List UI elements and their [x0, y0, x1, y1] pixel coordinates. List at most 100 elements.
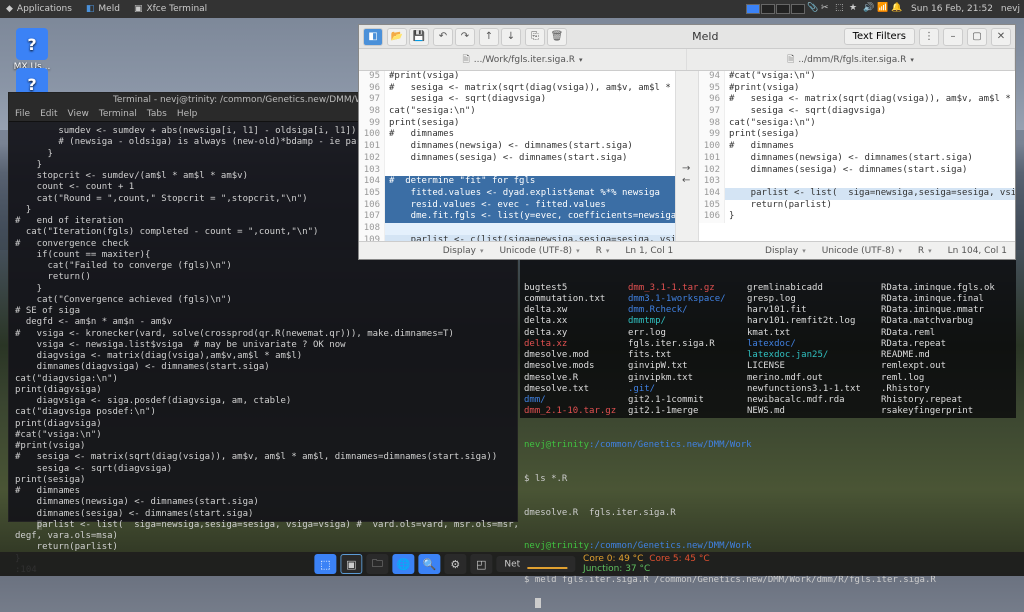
file-entry: newibacalc.mdf.rda [747, 395, 877, 406]
task-app[interactable]: ◰ [470, 554, 492, 574]
menu-tabs[interactable]: Tabs [147, 109, 167, 119]
tray-icon[interactable]: ⬚ [835, 3, 847, 15]
task-settings[interactable]: ⚙ [444, 554, 466, 574]
chevron-down-icon: ▾ [579, 56, 583, 64]
meld-left-pane[interactable]: 95#print(vsiga)96# sesiga <- matrix(sqrt… [359, 71, 675, 241]
menu-button[interactable]: ⋮ [919, 28, 939, 46]
file-entry: LICENSE [747, 361, 877, 372]
code-text: dimnames(newsiga) <- dimnames(start.siga… [725, 153, 1015, 165]
encoding[interactable]: Unicode (UTF-8) [491, 246, 587, 256]
terminal-line: vsiga <- newsiga.list$vsiga # may be uni… [15, 340, 511, 351]
line-number: 107 [359, 211, 385, 223]
file-tab-left[interactable]: 🗎 .../Work/fgls.iter.siga.R ▾ [359, 49, 687, 70]
arrow-right-icon[interactable]: → [682, 163, 690, 174]
task-search[interactable]: 🔍 [418, 554, 440, 574]
terminal-icon: ▣ [134, 4, 143, 14]
line-number: 97 [699, 106, 725, 118]
file-entry: dmesolve.R [524, 373, 624, 384]
delete-button[interactable]: 🗑 [547, 28, 567, 46]
terminal-line: print(sesiga) [15, 475, 511, 486]
code-line: 101 dimnames(newsiga) <- dimnames(start.… [699, 153, 1015, 165]
network-icon[interactable]: 📶 [877, 3, 889, 15]
file-entry: remlexpt.out [881, 361, 1021, 372]
core0-temp: Core 0: 49 °C [583, 554, 643, 564]
terminal-line: cat("diagvsiga:\n") [15, 374, 511, 385]
applications-menu[interactable]: ◆ Applications [0, 2, 78, 16]
code-text: # sesiga <- matrix(sqrt(diag(vsiga)), am… [725, 94, 1015, 106]
chevron-down-icon: ▾ [910, 56, 914, 64]
code-text: sesiga <- sqrt(diagvsiga) [385, 94, 675, 106]
terminal-line: diagvsiga <- siga.posdef(diagvsiga, am, … [15, 396, 511, 407]
display-mode[interactable]: Display [757, 246, 814, 256]
task-files[interactable]: 🗀 [366, 554, 388, 574]
code-text: dimnames(sesiga) <- dimnames(start.siga) [725, 165, 1015, 177]
minimize-button[interactable]: – [943, 28, 963, 46]
file-entry: commutation.txt [524, 294, 624, 305]
show-desktop-button[interactable]: ⬚ [314, 554, 336, 574]
maximize-button[interactable]: ▢ [967, 28, 987, 46]
redo-button[interactable]: ↷ [455, 28, 475, 46]
meld-right-pane[interactable]: 94#cat("vsiga:\n")95#print(vsiga)96# ses… [699, 71, 1015, 241]
arrow-left-icon[interactable]: ← [682, 175, 690, 186]
file-entry: merino.mdf.out [747, 373, 877, 384]
menu-terminal[interactable]: Terminal [99, 109, 137, 119]
code-line: 97 sesiga <- sqrt(diagvsiga) [359, 94, 675, 106]
undo-button[interactable]: ↶ [433, 28, 453, 46]
right-terminal[interactable]: bugtest5dmm_3.1-1.tar.gzgremlinabicaddRD… [520, 258, 1016, 418]
file-entry: delta.xy [524, 328, 624, 339]
meld-titlebar[interactable]: ◧ 📂 💾 ↶ ↷ ↑ ↓ ⎘ 🗑 Meld Text Filters ⋮ – … [359, 25, 1015, 49]
cursor [535, 598, 541, 608]
open-button[interactable]: 📂 [387, 28, 407, 46]
tray-icon[interactable]: ✂ [821, 3, 833, 15]
taskbar-item-meld[interactable]: ◧ Meld [80, 2, 126, 16]
copy-button[interactable]: ⎘ [525, 28, 545, 46]
file-tab-right[interactable]: 🗎 ../dmm/R/fgls.iter.siga.R ▾ [687, 49, 1015, 70]
save-button[interactable]: 💾 [409, 28, 429, 46]
meld-logo-icon[interactable]: ◧ [363, 28, 383, 46]
volume-icon[interactable]: 🔊 [863, 3, 875, 15]
terminal-line: parlist <- list( siga=newsiga,sesiga=ses… [15, 520, 511, 531]
menu-view[interactable]: View [68, 109, 89, 119]
line-number: 95 [359, 71, 385, 83]
tray-icon[interactable]: ★ [849, 3, 861, 15]
language[interactable]: R [588, 246, 618, 256]
code-text [385, 223, 675, 235]
workspace-switcher[interactable] [746, 4, 805, 14]
user-label[interactable]: nevj [1001, 4, 1020, 14]
display-mode[interactable]: Display [435, 246, 492, 256]
prev-diff-button[interactable]: ↑ [479, 28, 499, 46]
desktop-icon-mxuser[interactable]: ? MX Us... [8, 28, 56, 72]
text-filters-button[interactable]: Text Filters [844, 28, 915, 45]
file-entry: rsakeyfingerprint [881, 406, 1021, 417]
temperature-widget[interactable]: Core 0: 49 °C Core 5: 45 °C Junction: 37… [583, 554, 710, 574]
file-entry: dmm3.1-1workspace/ [628, 294, 743, 305]
next-diff-button[interactable]: ↓ [501, 28, 521, 46]
code-text: # determine "fit" for fgls [385, 176, 675, 188]
file-entry: dmm_3.1-1.tar.gz [628, 283, 743, 294]
code-line: 101 dimnames(newsiga) <- dimnames(start.… [359, 141, 675, 153]
line-number: 98 [359, 106, 385, 118]
close-button[interactable]: ✕ [991, 28, 1011, 46]
line-number: 97 [359, 94, 385, 106]
tray-icon[interactable]: 📎 [807, 3, 819, 15]
menu-edit[interactable]: Edit [40, 109, 57, 119]
line-number: 101 [359, 141, 385, 153]
file-entry: README.md [881, 350, 1021, 361]
code-text: parlist <- list( siga=newsiga,sesiga=ses… [725, 188, 1015, 200]
task-browser[interactable]: 🌐 [392, 554, 414, 574]
language[interactable]: R [910, 246, 940, 256]
menu-file[interactable]: File [15, 109, 30, 119]
clock[interactable]: Sun 16 Feb, 21:52 [905, 4, 999, 14]
code-line: 107 dme.fit.fgls <- list(y=evec, coeffic… [359, 211, 675, 223]
notification-icon[interactable]: 🔔 [891, 3, 903, 15]
code-line: 100# dimnames [359, 129, 675, 141]
network-widget[interactable]: Net [496, 556, 575, 573]
task-terminal[interactable]: ▣ [340, 554, 362, 574]
encoding[interactable]: Unicode (UTF-8) [814, 246, 910, 256]
code-line: 95#print(vsiga) [699, 83, 1015, 95]
taskbar-item-terminal[interactable]: ▣ Xfce Terminal [128, 2, 213, 16]
menu-help[interactable]: Help [177, 109, 198, 119]
code-line: 94#cat("vsiga:\n") [699, 71, 1015, 83]
file-entry: delta.xz [524, 339, 624, 350]
line-number: 106 [359, 200, 385, 212]
